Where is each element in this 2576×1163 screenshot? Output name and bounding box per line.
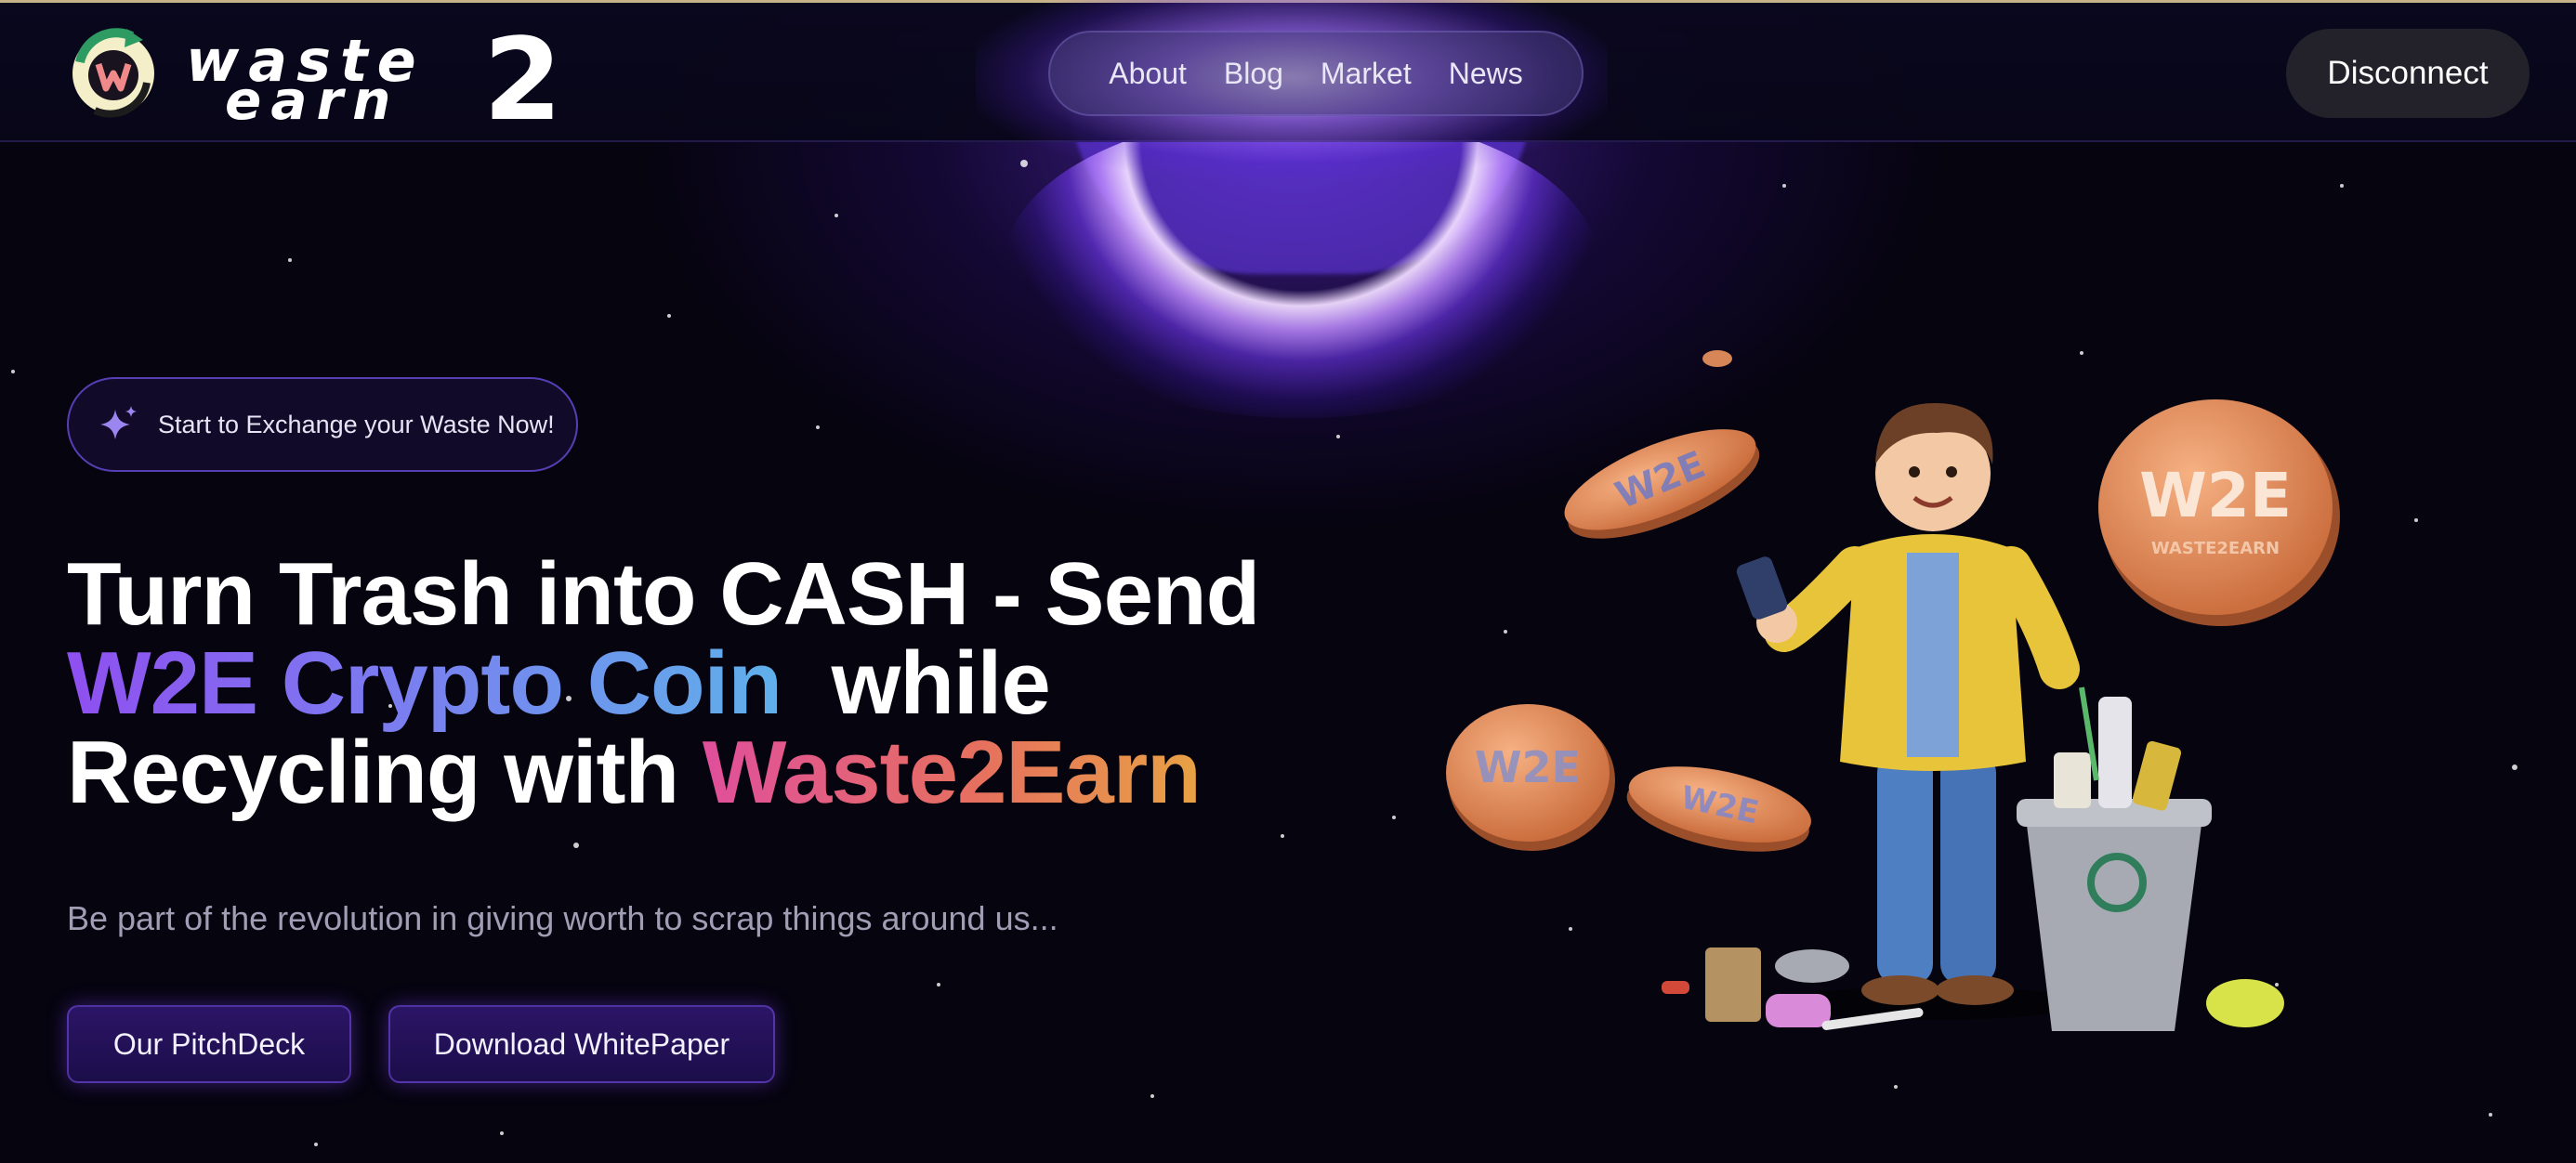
coin-upper-left: W2E: [1564, 429, 1760, 539]
coin-lower-left: W2E: [1446, 704, 1615, 851]
hero-title-recycling: Recycling with: [67, 723, 703, 822]
coin-small: [1702, 350, 1732, 367]
hero-highlight-brand: Waste2Earn: [702, 723, 1202, 822]
pitchdeck-button[interactable]: Our PitchDeck: [67, 1005, 351, 1083]
hero-highlight-coin: W2E Crypto Coin: [67, 634, 782, 733]
svg-text:W2E: W2E: [1475, 742, 1581, 792]
recycle-bin: [2017, 686, 2212, 1031]
download-whitepaper-button[interactable]: Download WhitePaper: [388, 1005, 775, 1083]
character-figure: [1736, 402, 2082, 1020]
sparkles-icon: [100, 406, 137, 439]
site-header: waste earn 2 About Blog Market News Disc…: [0, 0, 2576, 179]
hero-title-line1: Turn Trash into CASH - Send: [67, 544, 1260, 644]
coin-label: W2E: [2139, 460, 2292, 531]
brand-logo[interactable]: waste earn 2: [67, 23, 562, 137]
disconnect-button[interactable]: Disconnect: [2286, 29, 2530, 118]
hero-title: Turn Trash into CASH - Send W2E Crypto C…: [67, 550, 1368, 817]
brand-wordmark: waste earn 2: [186, 23, 562, 137]
landing-page: waste earn 2 About Blog Market News Disc…: [0, 0, 2576, 1163]
hero-title-line3: Recycling with Waste2Earn: [67, 728, 1368, 817]
coin-large-right: W2E WASTE2EARN: [2098, 399, 2340, 626]
hero-subtitle: Be part of the revolution in giving wort…: [67, 899, 1058, 937]
hero-title-line2: W2E Crypto Coin while: [67, 639, 1368, 728]
hero-title-while: while: [807, 634, 1051, 733]
exchange-badge[interactable]: Start to Exchange your Waste Now!: [67, 377, 578, 472]
brand-numeral: 2: [483, 14, 562, 146]
nav-blog[interactable]: Blog: [1224, 57, 1283, 91]
nav-about[interactable]: About: [1109, 57, 1187, 91]
hero-illustration: W2E W2E WASTE2EARN W2E W2E: [1446, 350, 2340, 1031]
nav-market[interactable]: Market: [1321, 57, 1412, 91]
main-nav: About Blog Market News: [1048, 31, 1584, 116]
coin-sublabel: WASTE2EARN: [2151, 539, 2280, 558]
brand-word-earn: earn: [225, 69, 401, 132]
nav-news[interactable]: News: [1449, 57, 1523, 91]
w-logo-icon: [72, 28, 154, 118]
badge-label: Start to Exchange your Waste Now!: [158, 410, 555, 438]
coin-lower-middle: W2E: [1626, 766, 1811, 852]
